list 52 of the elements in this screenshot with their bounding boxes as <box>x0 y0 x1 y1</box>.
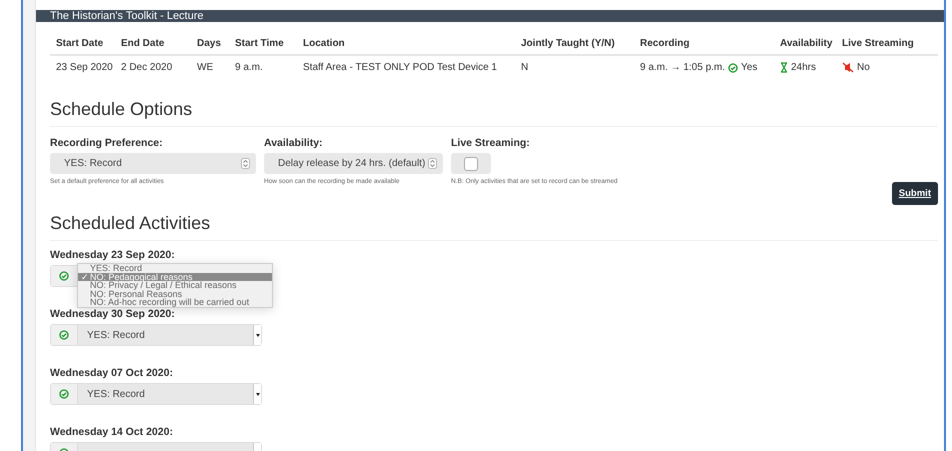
availability-select[interactable]: Delay release by 24 hrs. (default) <box>264 153 443 174</box>
check-circle-icon <box>728 62 738 72</box>
table-cell: No <box>857 62 870 73</box>
menu-item[interactable]: NO: Ad-hoc recording will be carried out <box>78 298 272 307</box>
column-header: Availability <box>774 34 836 56</box>
activity-date: Wednesday 30 Sep 2020: <box>50 308 176 320</box>
table-cell: Yes <box>741 62 758 73</box>
menu-item[interactable]: YES: Record <box>78 264 272 273</box>
panel-title: The Historian's Toolkit - Lecture <box>36 10 944 22</box>
table-cell: 9 a.m. → 1:05 p.m. <box>640 62 726 73</box>
table-cell: 9 a.m. <box>235 62 263 73</box>
muted-broadcast-icon <box>842 62 854 73</box>
select-value: YES: Record <box>86 388 146 400</box>
section-heading: Schedule Options <box>50 93 938 127</box>
column-header: Days <box>191 34 229 56</box>
table-cell: WE <box>197 62 214 73</box>
column-header: Location <box>297 34 515 56</box>
table-cell: N <box>521 62 528 73</box>
submit-button[interactable]: Submit <box>892 182 938 205</box>
field-label: Recording Preference: <box>50 137 164 149</box>
column-header: Jointly Taught (Y/N) <box>515 34 634 56</box>
table-cell: Staff Area - TEST ONLY POD Test Device 1 <box>303 62 497 73</box>
menu-item[interactable]: NO: Privacy / Legal / Ethical reasons <box>78 281 272 290</box>
activity-select[interactable]: YES: Record <box>50 383 262 405</box>
table-cell: 2 Dec 2020 <box>121 62 172 73</box>
section-heading: Scheduled Activities <box>50 207 938 241</box>
column-header: Start Date <box>50 34 115 56</box>
check-circle-icon <box>59 330 69 340</box>
caret-icon <box>256 334 260 336</box>
table-cell: 23 Sep 2020 <box>56 62 113 73</box>
activity-date: Wednesday 14 Oct 2020: <box>50 426 174 438</box>
caret-icon <box>256 392 260 396</box>
column-header: Start Time <box>229 34 297 56</box>
check-circle-icon <box>59 389 69 399</box>
recording-preference-select[interactable]: YES: Record <box>50 153 256 174</box>
activity-date: Wednesday 07 Oct 2020: <box>50 367 174 379</box>
menu-item[interactable]: NO: Personal Reasons <box>78 290 272 298</box>
column-header: Recording <box>634 34 774 56</box>
field-label: Availability: <box>264 137 324 149</box>
table-cell: 24hrs <box>791 62 816 73</box>
stepper-icon <box>241 158 250 169</box>
field-label: Live Streaming: <box>451 137 531 149</box>
check-circle-icon <box>59 271 69 281</box>
stepper-icon <box>428 158 437 169</box>
hourglass-icon <box>780 62 788 73</box>
checkmark-icon: ✓ <box>81 272 89 282</box>
activity-select[interactable]: YES: Record <box>50 324 262 346</box>
column-header: End Date <box>115 34 191 56</box>
select-value: YES: Record <box>86 330 146 340</box>
activity-date: Wednesday 23 Sep 2020: <box>50 249 176 261</box>
column-header: Live Streaming <box>836 34 938 56</box>
live-streaming-checkbox[interactable] <box>464 156 478 170</box>
